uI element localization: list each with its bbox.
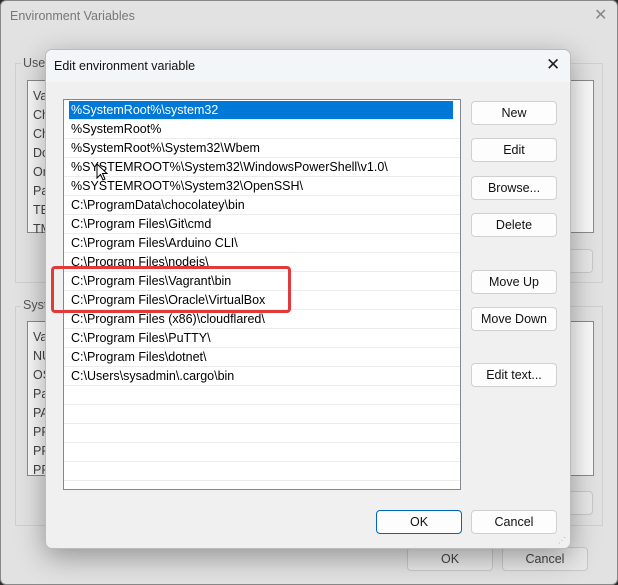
highlight-box [51, 266, 291, 313]
delete-button[interactable]: Delete [471, 213, 557, 237]
empty-row[interactable] [64, 443, 460, 462]
move-up-button[interactable]: Move Up [471, 270, 557, 294]
move-down-button[interactable]: Move Down [471, 307, 557, 331]
close-icon[interactable]: ✕ [546, 55, 560, 75]
list-item[interactable]: %SYSTEMROOT%\System32\WindowsPowerShell\… [64, 158, 460, 177]
empty-row[interactable] [64, 405, 460, 424]
list-item[interactable]: %SystemRoot% [64, 120, 460, 139]
list-item[interactable]: %SYSTEMROOT%\System32\OpenSSH\ [64, 177, 460, 196]
cancel-button[interactable]: Cancel [471, 510, 557, 534]
outer-ok-button[interactable]: OK [407, 547, 493, 571]
edit-button[interactable]: Edit [471, 138, 557, 162]
edit-text-button[interactable]: Edit text... [471, 363, 557, 387]
window-title: Environment Variables [10, 9, 135, 23]
list-item[interactable]: C:\Program Files\PuTTY\ [64, 329, 460, 348]
dialog-title: Edit environment variable [54, 59, 196, 73]
list-item-selected[interactable]: %SystemRoot%\system32 [69, 101, 453, 120]
browse-button[interactable]: Browse... [471, 176, 557, 200]
empty-row[interactable] [64, 424, 460, 443]
new-button[interactable]: New [471, 101, 557, 125]
ok-button[interactable]: OK [376, 510, 462, 534]
list-item[interactable]: C:\Program Files\Arduino CLI\ [64, 234, 460, 253]
resize-grip-icon[interactable]: ⋰ [558, 536, 566, 545]
list-item[interactable]: C:\Program Files\Git\cmd [64, 215, 460, 234]
close-icon[interactable]: ✕ [594, 5, 607, 25]
list-item[interactable]: C:\Program Files\dotnet\ [64, 348, 460, 367]
empty-row[interactable] [64, 386, 460, 405]
outer-cancel-button[interactable]: Cancel [502, 547, 588, 571]
list-item[interactable]: C:\ProgramData\chocolatey\bin [64, 196, 460, 215]
list-item[interactable]: C:\Users\sysadmin\.cargo\bin [64, 367, 460, 386]
empty-row[interactable] [64, 462, 460, 481]
list-item[interactable]: %SystemRoot%\System32\Wbem [64, 139, 460, 158]
